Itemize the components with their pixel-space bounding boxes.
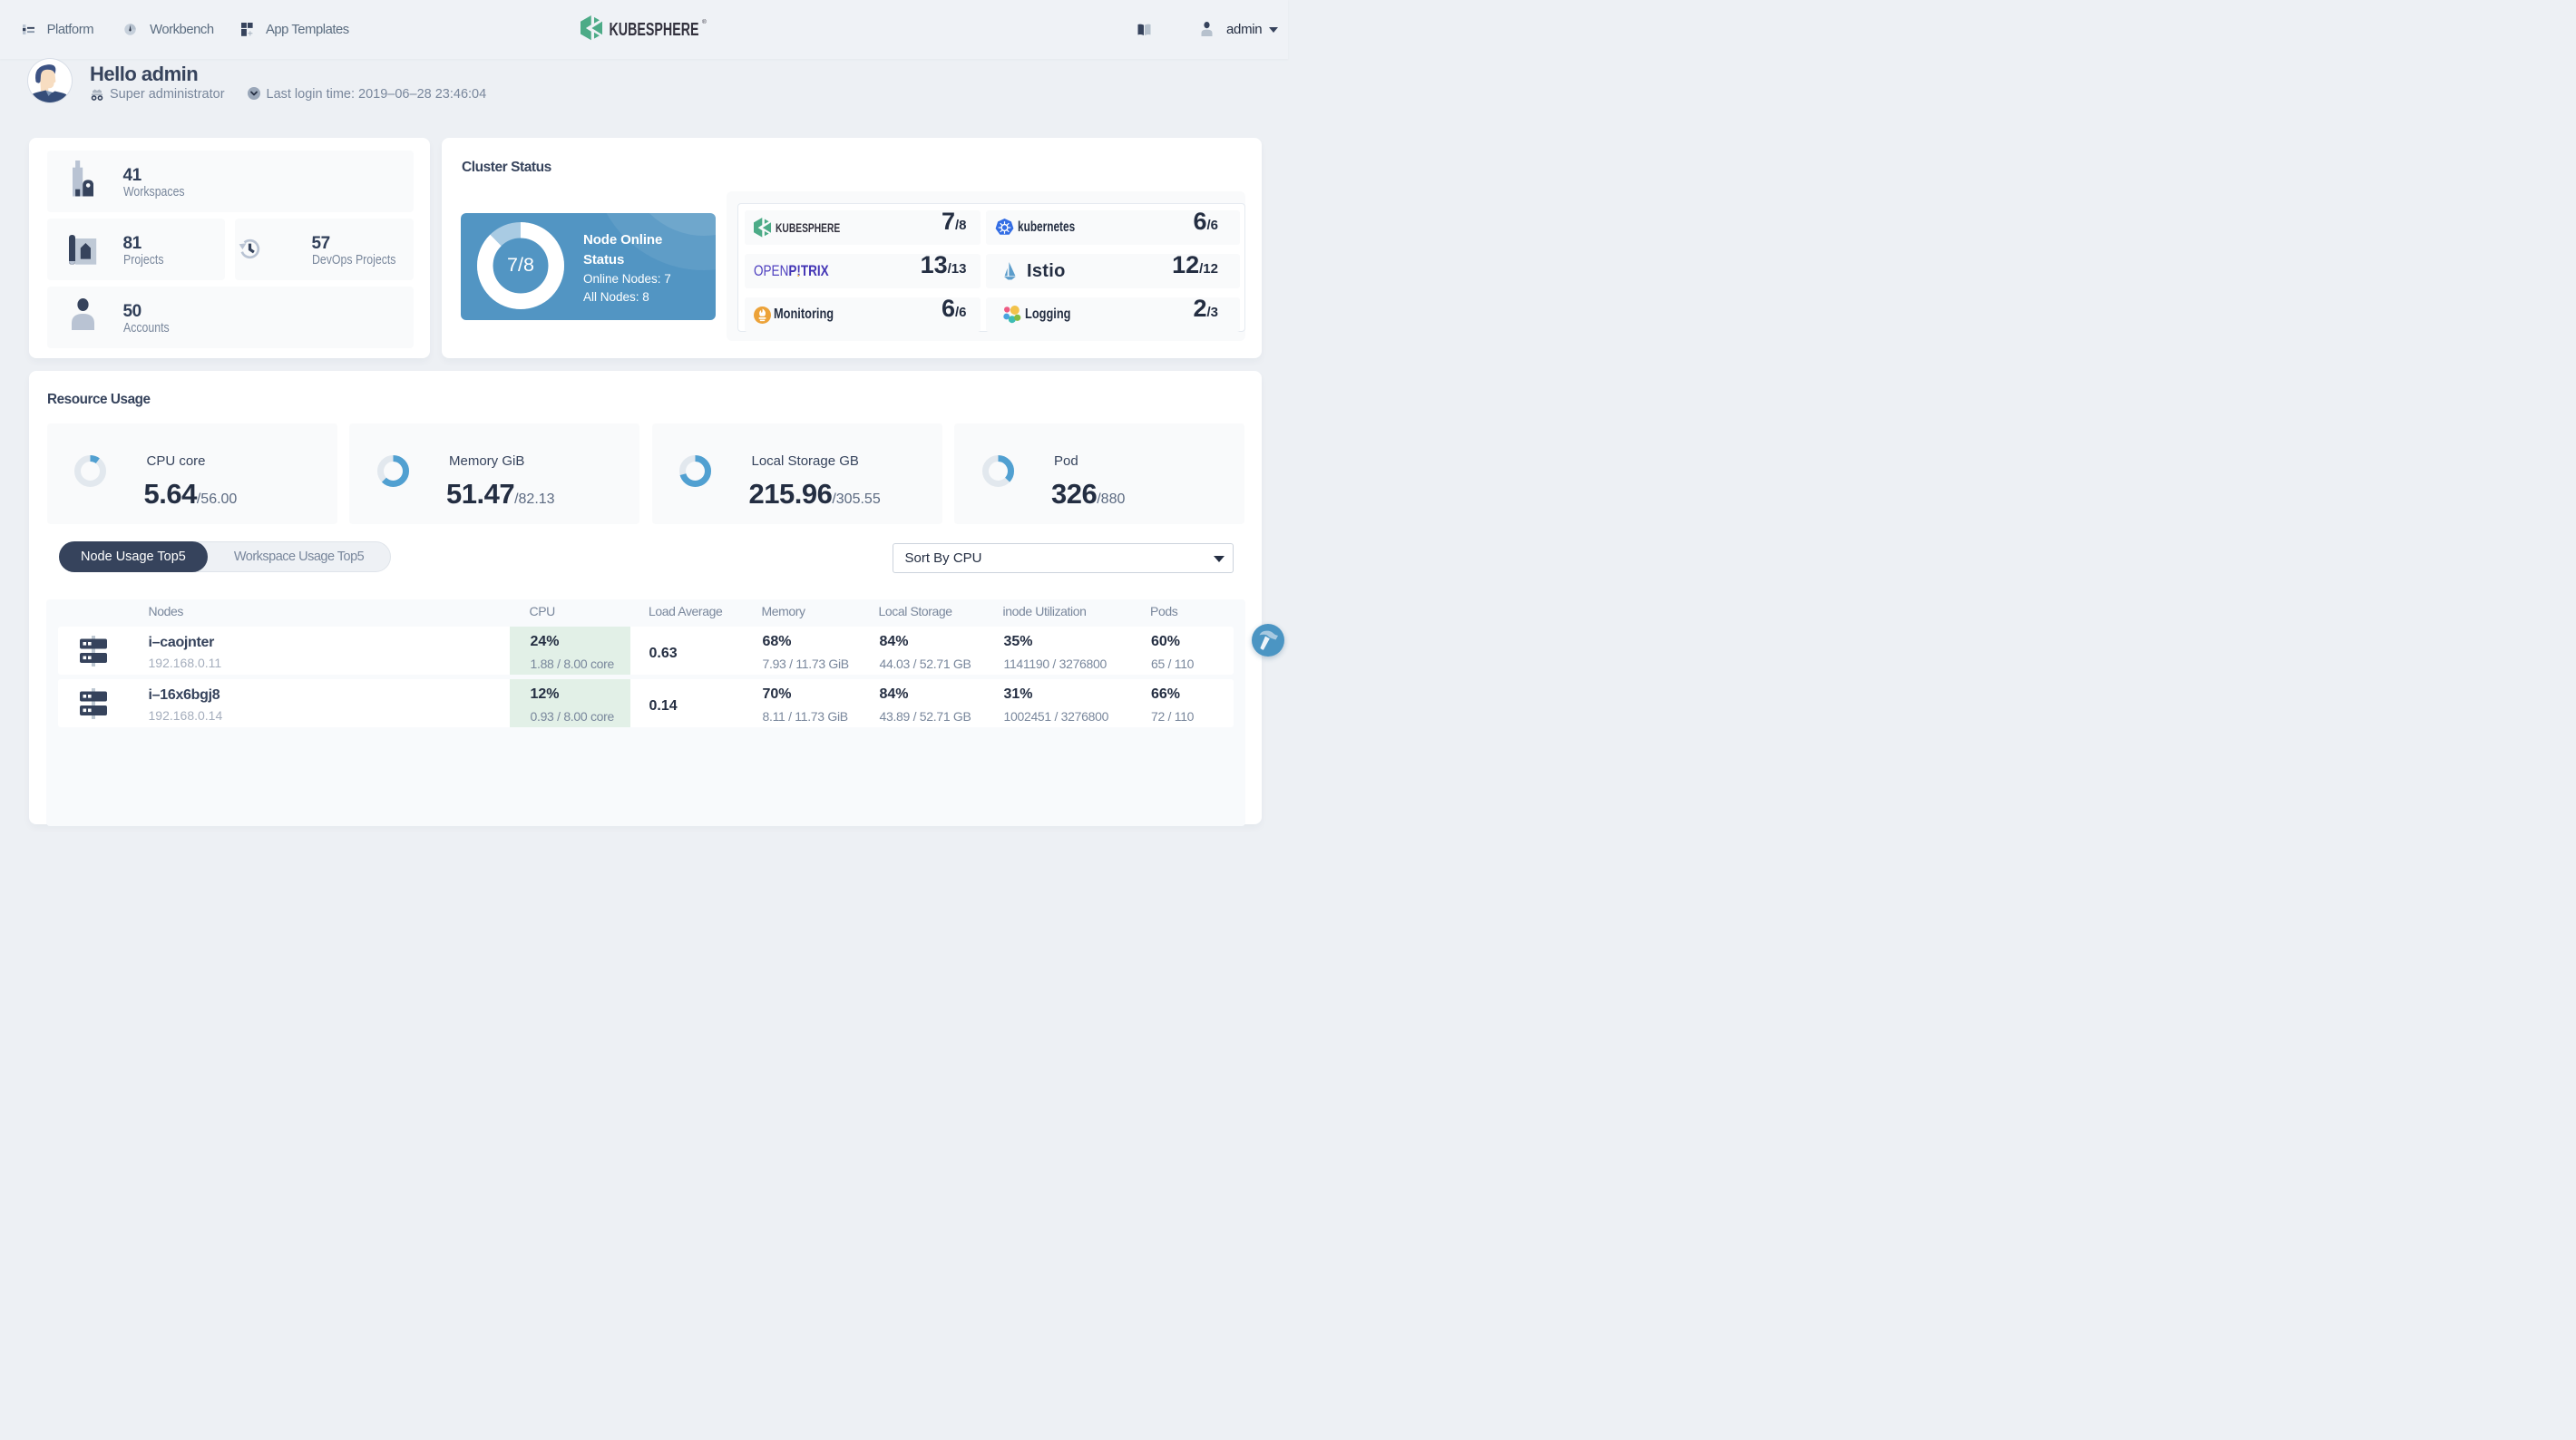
svg-text:KUBESPHERE: KUBESPHERE (610, 20, 699, 40)
svg-text:®: ® (702, 18, 707, 25)
